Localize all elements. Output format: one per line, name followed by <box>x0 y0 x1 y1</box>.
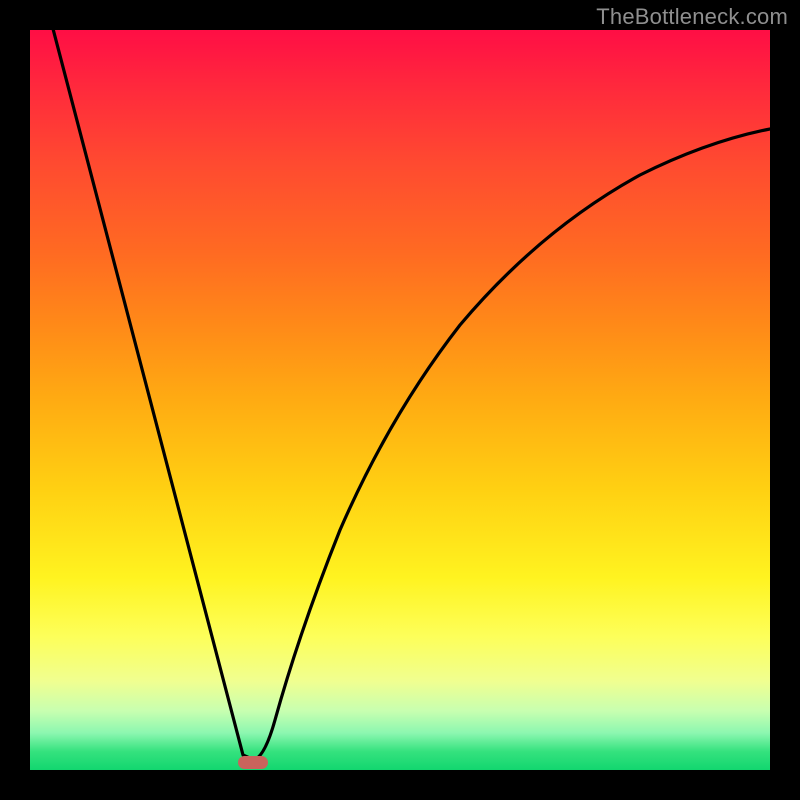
plot-area <box>30 30 770 770</box>
curve-path <box>52 30 770 760</box>
watermark-label: TheBottleneck.com <box>596 4 788 30</box>
curve-svg <box>30 30 770 770</box>
chart-frame: TheBottleneck.com line <box>0 0 800 800</box>
minimum-marker <box>238 756 268 769</box>
